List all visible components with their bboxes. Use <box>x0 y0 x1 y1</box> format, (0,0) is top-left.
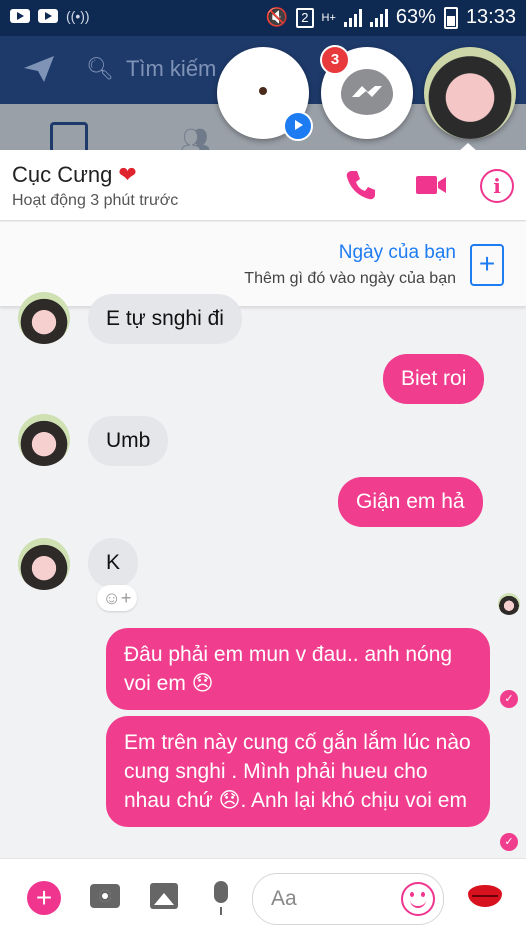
read-receipt-avatar <box>498 593 520 615</box>
sim-indicator: 2 <box>296 7 314 28</box>
contact-name: Cục Cưng <box>12 162 113 187</box>
message-input[interactable]: Aa <box>252 873 444 925</box>
your-day-subtitle: Thêm gì đó vào ngày của bạn <box>244 270 456 287</box>
sender-avatar[interactable] <box>18 538 70 590</box>
heart-icon: ❤ <box>118 162 137 187</box>
message-outgoing[interactable]: Đâu phải em mun v đau.. anh nóng voi em … <box>106 628 490 710</box>
lips-reaction-icon[interactable] <box>468 885 502 907</box>
delivered-check-icon: ✓ <box>500 833 518 851</box>
battery-icon <box>443 6 458 29</box>
add-icon[interactable]: + <box>27 881 61 915</box>
signal-icon <box>343 8 362 27</box>
message-incoming[interactable]: K <box>88 538 139 588</box>
message-incoming[interactable]: Umb <box>88 416 169 466</box>
video-thumb <box>259 87 267 95</box>
unread-badge: 3 <box>320 45 350 75</box>
youtube-icon <box>38 9 58 23</box>
play-icon <box>283 111 313 141</box>
status-bar: ((•)) 🔇 2 H+ 63% 13:33 <box>0 0 526 36</box>
chat-head-contact-avatar[interactable] <box>424 47 516 139</box>
chat-head-video[interactable] <box>217 47 313 141</box>
hotspot-icon: ((•)) <box>66 8 90 24</box>
youtube-icon <box>10 9 30 23</box>
info-icon[interactable]: i <box>480 169 514 203</box>
sender-avatar[interactable] <box>18 414 70 466</box>
add-reaction-icon[interactable]: ☺︎+ <box>97 585 137 611</box>
camera-icon[interactable] <box>90 884 120 908</box>
search-placeholder: Tìm kiếm <box>125 56 217 81</box>
add-to-day-button[interactable]: + <box>470 244 504 286</box>
signal-icon-2 <box>369 8 388 27</box>
contact-status: Hoạt động 3 phút trước <box>12 192 179 209</box>
message-outgoing[interactable]: Em trên này cung cố gắn lắm lúc nào cung… <box>106 716 490 827</box>
message-outgoing[interactable]: Biet roi <box>383 354 485 404</box>
emoji-icon[interactable] <box>401 882 435 916</box>
message-outgoing[interactable]: Giận em hả <box>338 477 483 527</box>
message-placeholder: Aa <box>271 887 297 910</box>
message-composer: + Aa <box>0 858 526 936</box>
send-icon[interactable] <box>22 54 56 84</box>
search-bar[interactable]: 🔍︎ Tìm kiếm <box>86 56 216 82</box>
mute-icon: 🔇 <box>265 7 289 27</box>
battery-percent: 63% <box>395 6 436 28</box>
contact-name-row[interactable]: Cục Cưng ❤ <box>12 162 137 188</box>
microphone-icon[interactable] <box>214 881 228 915</box>
video-call-icon[interactable] <box>414 168 448 202</box>
sender-avatar[interactable] <box>18 292 70 344</box>
messenger-bolt-icon <box>352 86 382 97</box>
call-icon[interactable] <box>344 168 378 202</box>
network-type: H+ <box>321 11 336 24</box>
delivered-check-icon: ✓ <box>500 690 518 708</box>
your-day-title[interactable]: Ngày của bạn <box>339 242 456 264</box>
message-incoming[interactable]: E tự snghi đi <box>88 294 242 344</box>
conversation-header: Cục Cưng ❤ Hoạt động 3 phút trước i <box>0 150 526 221</box>
clock: 13:33 <box>465 6 516 28</box>
your-day-card[interactable]: Ngày của bạn Thêm gì đó vào ngày của bạn… <box>0 222 526 307</box>
search-icon: 🔍︎ <box>86 56 114 81</box>
gallery-icon[interactable] <box>150 883 178 909</box>
